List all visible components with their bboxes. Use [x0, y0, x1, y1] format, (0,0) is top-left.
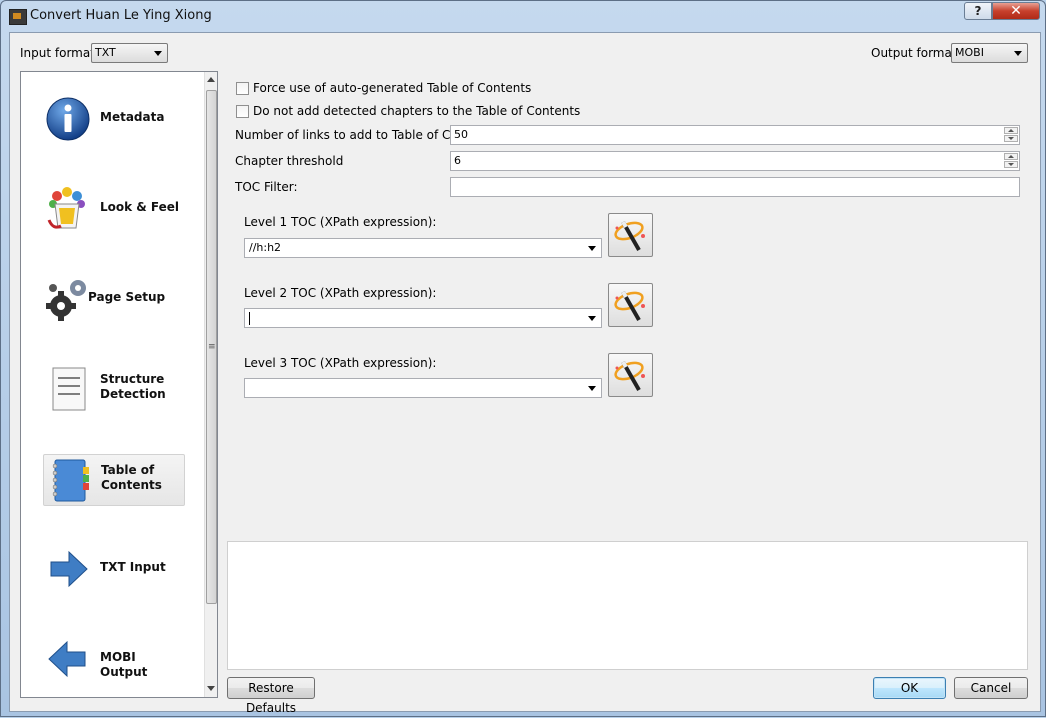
- sidebar-item-label: Structure Detection: [100, 372, 166, 401]
- toc-filter-input[interactable]: [450, 177, 1020, 197]
- level3-xpath-combo[interactable]: [244, 378, 602, 398]
- window-title: Convert Huan Le Ying Xiong: [30, 8, 212, 23]
- chevron-down-icon: [588, 386, 596, 391]
- input-format-select[interactable]: TXT: [91, 43, 168, 63]
- sidebar-item-metadata[interactable]: Metadata: [43, 94, 183, 144]
- level3-label: Level 3 TOC (XPath expression):: [244, 356, 437, 370]
- level1-label: Level 1 TOC (XPath expression):: [244, 215, 437, 229]
- force-toc-label: Force use of auto-generated Table of Con…: [253, 81, 532, 95]
- sidebar-item-mobi-output[interactable]: MOBI Output: [43, 634, 183, 684]
- magic-wand-icon: [614, 290, 645, 321]
- input-format-label: Input format:: [20, 46, 99, 60]
- arrow-left-icon: [48, 640, 86, 678]
- info-icon: [46, 97, 90, 141]
- spin-buttons[interactable]: [1004, 127, 1018, 143]
- max-links-value: 50: [454, 128, 468, 141]
- level2-xpath-combo[interactable]: [244, 308, 602, 328]
- grip-icon: ≡: [208, 342, 216, 352]
- sidebar-item-label: Metadata: [100, 110, 165, 124]
- chapter-threshold-spinbox[interactable]: 6: [450, 151, 1020, 171]
- dialog-body: Input format: TXT Output format: MOBI Me…: [9, 32, 1041, 715]
- level3-wizard-button[interactable]: [608, 353, 653, 397]
- sidebar-item-label: Table of Contents: [101, 463, 162, 492]
- sidebar-item-structure-detection[interactable]: Structure Detection: [43, 364, 183, 414]
- spin-buttons[interactable]: [1004, 153, 1018, 169]
- chevron-down-icon: [1014, 51, 1022, 56]
- output-format-label: Output format:: [871, 46, 961, 60]
- help-button[interactable]: ?: [964, 2, 992, 20]
- level1-wizard-button[interactable]: [608, 213, 653, 257]
- chapter-threshold-value: 6: [454, 154, 461, 167]
- arrow-right-icon: [50, 550, 88, 588]
- level2-label: Level 2 TOC (XPath expression):: [244, 286, 437, 300]
- dialog-window: Convert Huan Le Ying Xiong ? ✕ Input for…: [0, 0, 1046, 717]
- sidebar-item-page-setup[interactable]: Page Setup: [43, 274, 183, 324]
- document-icon: [52, 367, 86, 411]
- chapter-threshold-label: Chapter threshold: [235, 154, 344, 168]
- paint-bucket-icon: [47, 187, 85, 229]
- sidebar-item-label: MOBI Output: [100, 650, 148, 679]
- text-caret: [249, 311, 250, 325]
- input-format-value: TXT: [95, 46, 116, 59]
- output-format-value: MOBI: [955, 46, 984, 59]
- sidebar-item-look-feel[interactable]: Look & Feel: [43, 184, 183, 234]
- ok-button[interactable]: OK: [873, 677, 946, 699]
- level2-wizard-button[interactable]: [608, 283, 653, 327]
- app-icon: [9, 9, 27, 25]
- restore-defaults-button[interactable]: Restore Defaults: [227, 677, 315, 715]
- help-text-area: [227, 541, 1028, 670]
- scroll-down-icon[interactable]: [207, 686, 215, 691]
- level1-value: //h:h2: [249, 241, 282, 254]
- sidebar-item-table-of-contents[interactable]: Table of Contents: [43, 454, 185, 506]
- magic-wand-icon: [614, 360, 645, 391]
- sidebar-item-label: Look & Feel: [100, 200, 180, 214]
- sidebar-item-label: TXT Input: [100, 560, 166, 574]
- sidebar-item-txt-input[interactable]: TXT Input: [43, 544, 183, 594]
- max-links-spinbox[interactable]: 50: [450, 125, 1020, 145]
- sections-sidebar: Metadata Look & Feel Page Setup Structur…: [20, 71, 218, 698]
- chevron-down-icon: [154, 51, 162, 56]
- magic-wand-icon: [614, 220, 645, 251]
- toc-filter-label: TOC Filter:: [235, 180, 298, 194]
- cancel-button[interactable]: Cancel: [954, 677, 1028, 699]
- output-format-select[interactable]: MOBI: [951, 43, 1028, 63]
- sidebar-scrollbar[interactable]: ≡: [204, 72, 217, 697]
- scroll-up-icon[interactable]: [207, 77, 215, 82]
- sidebar-item-label: Page Setup: [88, 290, 166, 304]
- level1-xpath-combo[interactable]: //h:h2: [244, 238, 602, 258]
- force-toc-checkbox[interactable]: [236, 82, 249, 95]
- title-bar[interactable]: Convert Huan Le Ying Xiong ? ✕: [1, 1, 1045, 31]
- chevron-down-icon: [588, 316, 596, 321]
- close-button[interactable]: ✕: [992, 2, 1040, 20]
- notebook-icon: [52, 459, 89, 502]
- no-chapters-label: Do not add detected chapters to the Tabl…: [253, 104, 581, 118]
- chevron-down-icon: [588, 246, 596, 251]
- no-chapters-checkbox[interactable]: [236, 105, 249, 118]
- gears-icon: [46, 280, 86, 321]
